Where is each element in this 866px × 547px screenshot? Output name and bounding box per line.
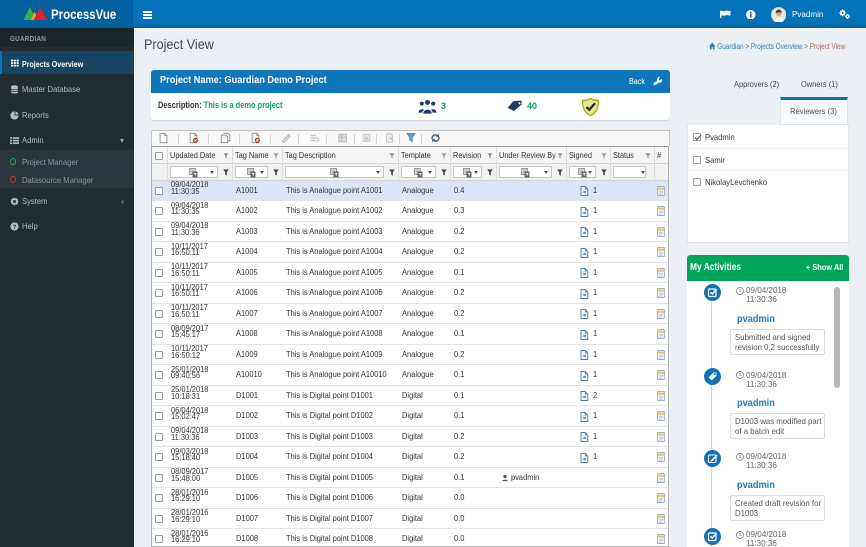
- svg-text:?: ?: [13, 225, 17, 231]
- svg-text:B: B: [364, 136, 368, 142]
